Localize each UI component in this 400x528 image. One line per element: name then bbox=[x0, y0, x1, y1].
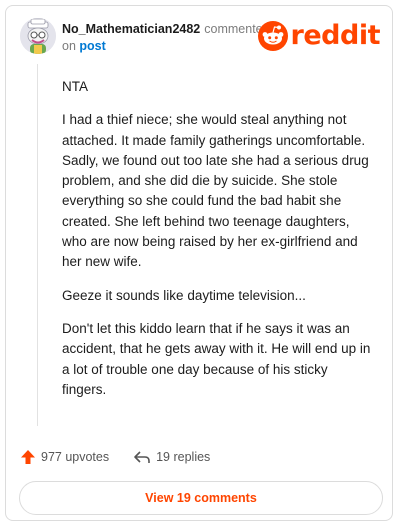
thread-line[interactable] bbox=[37, 64, 38, 426]
reply-count: 19 replies bbox=[156, 450, 211, 464]
author-username[interactable]: No_Mathematician2482 bbox=[62, 22, 200, 36]
reddit-wordmark: reddit bbox=[290, 20, 381, 51]
comment-paragraph: Geeze it sounds like daytime television.… bbox=[62, 287, 306, 303]
comment-footer: 977 upvotes 19 replies bbox=[20, 446, 234, 468]
upvote-arrow-icon bbox=[21, 450, 35, 464]
comment-meta: No_Mathematician2482 commented on post bbox=[62, 21, 270, 55]
comment-card: No_Mathematician2482 commented on post re… bbox=[5, 5, 393, 521]
view-comments-button[interactable]: View 19 comments bbox=[19, 481, 383, 515]
reply-arrow-icon bbox=[134, 451, 150, 463]
post-link[interactable]: post bbox=[79, 39, 105, 53]
upvote-count: 977 upvotes bbox=[41, 450, 110, 464]
reddit-logo[interactable]: reddit bbox=[257, 20, 381, 52]
comment-paragraph: NTA bbox=[62, 79, 88, 94]
reply-control[interactable]: 19 replies bbox=[133, 449, 210, 465]
on-label: on bbox=[62, 39, 76, 53]
user-avatar-icon[interactable] bbox=[20, 18, 56, 54]
comment-paragraph: I had a thief niece; she would steal any… bbox=[62, 112, 369, 270]
reddit-snoo-icon bbox=[257, 21, 288, 51]
upvote-control[interactable]: 977 upvotes bbox=[20, 449, 109, 465]
comment-paragraph: Don't let this kiddo learn that if he sa… bbox=[62, 320, 371, 397]
comment-body: NTA I had a thief niece; she would steal… bbox=[62, 77, 372, 413]
comment-header: No_Mathematician2482 commented on post re… bbox=[20, 18, 381, 62]
